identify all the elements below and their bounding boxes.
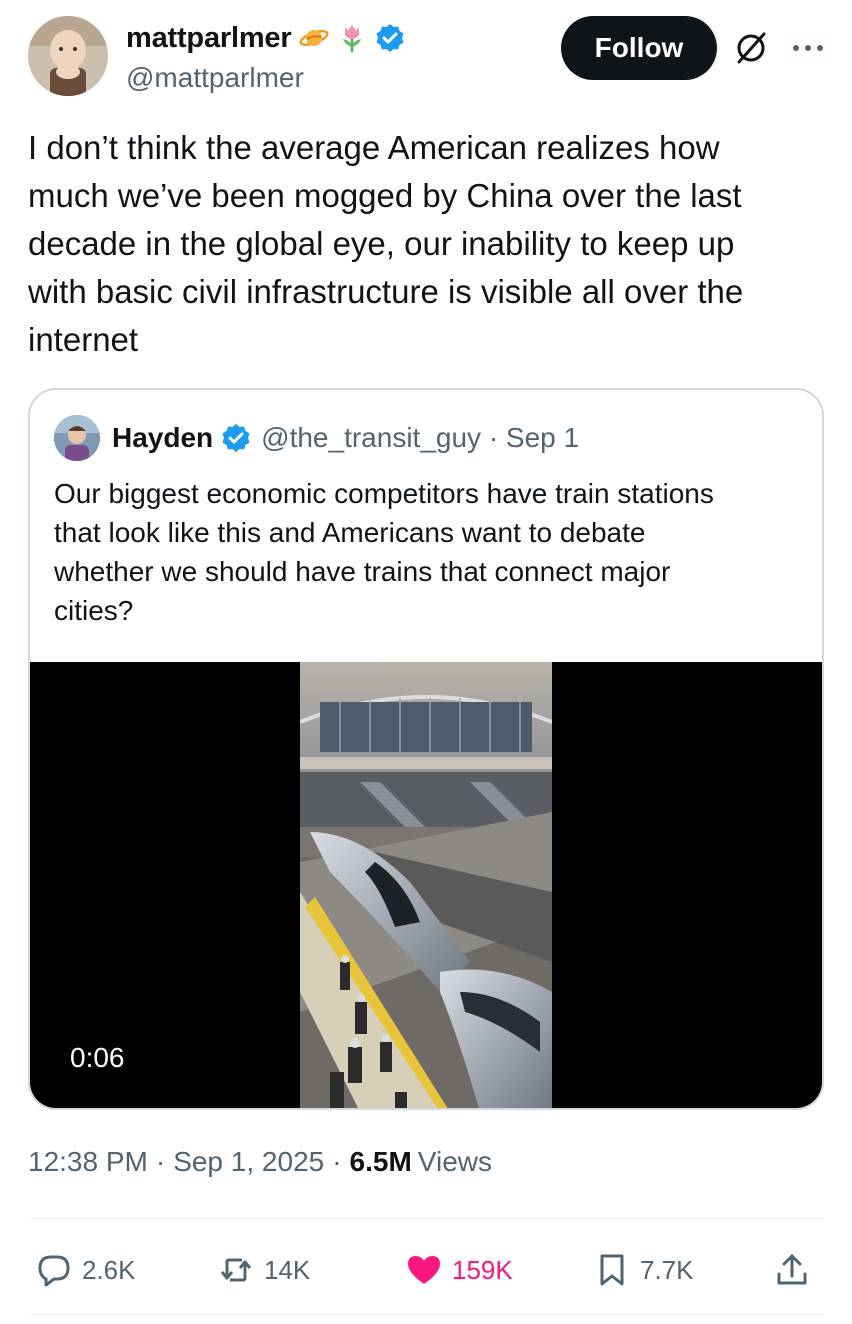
ringed-planet-emoji bbox=[299, 30, 329, 46]
tweet-header: mattparlmer @mattparlmer Follow bbox=[28, 16, 828, 100]
repost-count: 14K bbox=[264, 1254, 311, 1285]
bookmark-icon bbox=[600, 1254, 624, 1286]
author-display-name[interactable]: mattparlmer bbox=[126, 22, 292, 55]
author-avatar[interactable] bbox=[28, 16, 108, 96]
meta-separator: · bbox=[155, 1146, 166, 1177]
tulip-emoji bbox=[343, 25, 362, 52]
heart-icon bbox=[408, 1256, 440, 1284]
views-count: 6.5M bbox=[349, 1146, 412, 1177]
repost-icon bbox=[220, 1258, 252, 1282]
views-label: Views bbox=[417, 1146, 492, 1177]
bookmark-button[interactable]: 7.7K bbox=[594, 1244, 694, 1296]
reply-count: 2.6K bbox=[82, 1254, 136, 1285]
verified-badge-icon bbox=[376, 24, 404, 52]
quoted-tweet-text: Our biggest economic competitors have tr… bbox=[54, 478, 714, 626]
quoted-author-avatar[interactable] bbox=[54, 415, 100, 461]
share-button[interactable] bbox=[774, 1244, 820, 1296]
quoted-tweet[interactable]: Hayden @the_transit_guy · Sep 1 Our bigg… bbox=[28, 388, 824, 1110]
tweet-text: I don’t think the average American reali… bbox=[28, 129, 744, 358]
follow-button[interactable]: Follow bbox=[561, 16, 717, 80]
bookmark-count: 7.7K bbox=[640, 1254, 694, 1285]
video-thumbnail bbox=[300, 662, 552, 1108]
divider bbox=[28, 1218, 824, 1219]
meta-separator: · bbox=[332, 1146, 342, 1177]
verified-badge-icon bbox=[222, 424, 250, 452]
repost-button[interactable]: 14K bbox=[218, 1244, 310, 1296]
action-bar: 2.6K 14K 159K 7.7K bbox=[28, 1244, 824, 1296]
like-button[interactable]: 159K bbox=[406, 1244, 513, 1296]
share-icon bbox=[777, 1254, 807, 1285]
grok-icon[interactable] bbox=[733, 30, 769, 66]
author-names: mattparlmer @mattparlmer bbox=[126, 18, 405, 94]
tweet-time[interactable]: 12:38 PM bbox=[28, 1146, 148, 1178]
quoted-handle-date: @the_transit_guy · Sep 1 bbox=[261, 422, 580, 453]
tweet-date[interactable]: Sep 1, 2025 bbox=[173, 1146, 324, 1178]
quoted-tweet-header: Hayden @the_transit_guy · Sep 1 bbox=[54, 414, 579, 462]
tweet-meta: 12:38 PM · Sep 1, 2025 · 6.5M Views bbox=[28, 1146, 492, 1178]
quoted-display-name[interactable]: Hayden bbox=[112, 422, 213, 454]
author-handle[interactable]: @mattparlmer bbox=[126, 62, 405, 94]
reply-button[interactable]: 2.6K bbox=[36, 1244, 136, 1296]
like-count: 159K bbox=[452, 1254, 513, 1285]
video-player[interactable]: 0:06 bbox=[30, 662, 822, 1108]
divider bbox=[28, 1314, 824, 1315]
more-options-icon[interactable] bbox=[788, 38, 828, 58]
reply-icon bbox=[38, 1255, 70, 1287]
video-duration: 0:06 bbox=[56, 1032, 139, 1084]
